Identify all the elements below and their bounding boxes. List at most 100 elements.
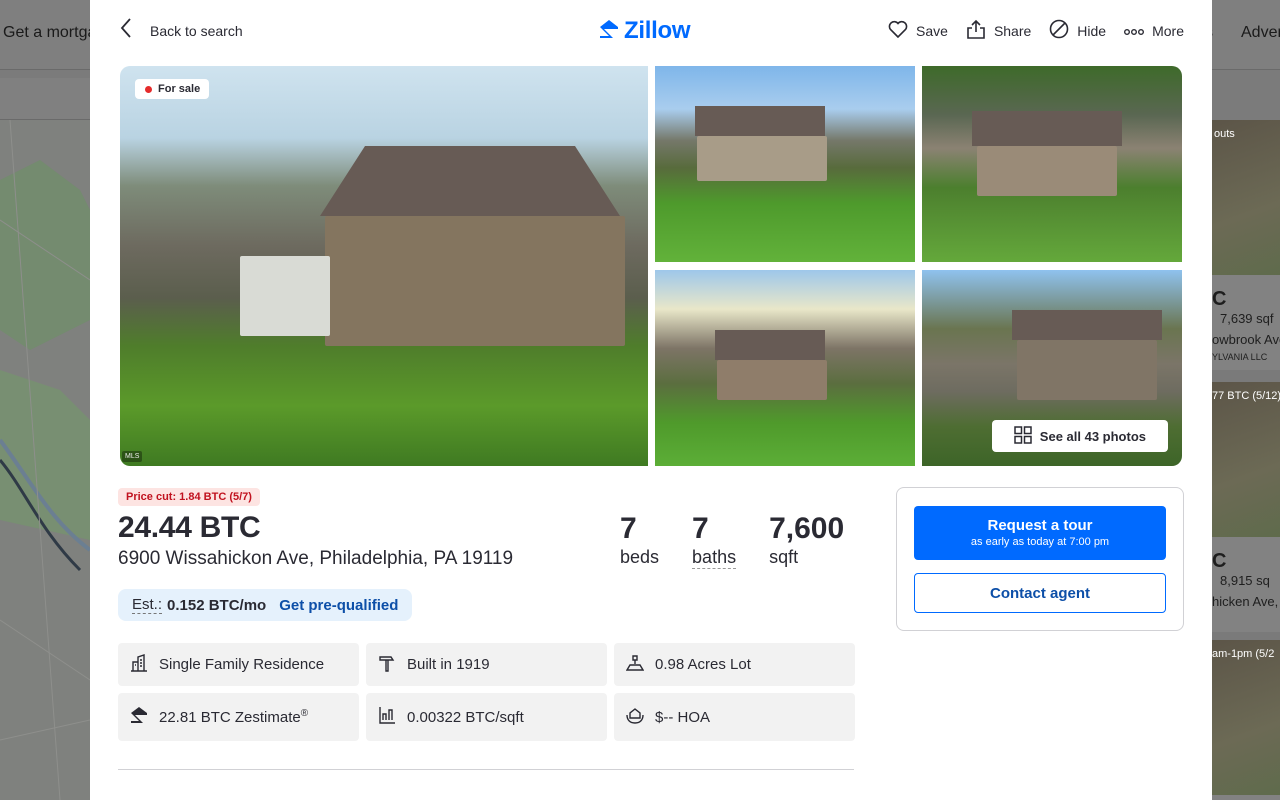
save-button[interactable]: Save: [888, 20, 948, 41]
sqft-label: sqft: [769, 547, 799, 567]
house-facade-shape: [717, 360, 827, 400]
more-label: More: [1152, 22, 1184, 39]
request-tour-button[interactable]: Request a tour as early as today at 7:00…: [914, 506, 1166, 560]
background-card-tag: 77 BTC (5/12): [1212, 390, 1280, 402]
gallery-photo[interactable]: [655, 270, 915, 466]
hide-button[interactable]: Hide: [1049, 19, 1106, 42]
beds-value: 7: [620, 512, 637, 545]
listing-actions: Save Share Hide More: [888, 19, 1184, 42]
hide-label: Hide: [1077, 22, 1107, 39]
see-all-photos-button[interactable]: See all 43 photos: [991, 420, 1168, 452]
for-sale-badge: For sale: [135, 79, 210, 99]
building-icon: [130, 653, 148, 676]
fact-year-built: Built in 1919: [366, 643, 607, 686]
heart-icon: [888, 20, 908, 41]
request-tour-label: Request a tour: [987, 517, 1093, 534]
sqft-value: 7,600: [769, 512, 845, 545]
background-card-broker: YLVANIA LLC: [1212, 352, 1268, 362]
house-roof-shape: [320, 146, 620, 216]
share-icon: [966, 19, 986, 42]
background-card: outs C 7,639 sqf owbrook Ave YLVANIA LLC: [1212, 120, 1280, 370]
house-facade-shape: [977, 146, 1117, 196]
more-icon: [1124, 23, 1145, 39]
background-card-photo: [1212, 382, 1280, 537]
registered-mark: ®: [300, 708, 309, 719]
background-card-detail: 7,639 sqf: [1220, 311, 1274, 326]
background-card-address: owbrook Ave: [1212, 332, 1280, 347]
get-pre-qualified-link[interactable]: Get pre-qualified: [279, 597, 398, 614]
fact-year-built-text: Built in 1919: [407, 656, 490, 673]
background-card-photo: [1212, 640, 1280, 795]
home-details-modal: Back to search Zillow Save Share Hide Mo…: [90, 0, 1212, 800]
background-card-tag: outs: [1214, 128, 1235, 140]
mls-watermark: MLS: [122, 451, 143, 462]
baths-label: baths: [692, 547, 737, 569]
baths-value: 7: [692, 512, 709, 545]
for-sale-label: For sale: [158, 83, 201, 95]
house-roof-shape: [972, 111, 1122, 146]
background-card-tag: am-1pm (5/2: [1212, 648, 1275, 660]
hammer-icon: [378, 654, 396, 676]
zillow-house-icon: [598, 18, 620, 45]
zillow-wordmark: Zillow: [624, 17, 691, 44]
price-cut-badge: Price cut: 1.84 BTC (5/7): [118, 488, 260, 506]
more-button[interactable]: More: [1124, 23, 1184, 39]
gallery-photo[interactable]: See all 43 photos: [922, 270, 1182, 466]
background-card-price: C: [1212, 288, 1227, 310]
request-tour-sublabel: as early as today at 7:00 pm: [970, 536, 1110, 548]
fact-hoa-text: $-- HOA: [655, 708, 711, 726]
hoa-icon: [626, 706, 644, 728]
price-per-sqft-icon: [378, 706, 396, 728]
save-label: Save: [916, 22, 948, 39]
grid-icon: [1014, 425, 1032, 447]
listing-stats: 7 beds 7 baths 7,600 sqft: [620, 512, 844, 569]
zestimate-value: 22.81 BTC Zestimate: [159, 709, 301, 726]
status-dot-icon: [145, 85, 152, 93]
share-label: Share: [993, 22, 1032, 39]
listing-address: 6900 Wissahickon Ave, Philadelphia, PA 1…: [118, 548, 514, 569]
background-card-address: hicken Ave,: [1212, 594, 1279, 609]
house-facade-shape: [1017, 340, 1157, 400]
fact-price-per-sqft-text: 0.00322 BTC/sqft: [407, 708, 524, 726]
baths-stat[interactable]: 7 baths: [692, 512, 737, 569]
house-roof-shape: [1012, 310, 1162, 340]
back-to-search-label: Back to search: [150, 22, 243, 39]
fact-zestimate-text: 22.81 BTC Zestimate®: [159, 708, 308, 726]
fact-lot-size-text: 0.98 Acres Lot: [655, 656, 751, 673]
gallery-photo[interactable]: [655, 66, 915, 262]
hide-icon: [1049, 19, 1069, 42]
listing-price: 24.44 BTC: [118, 511, 261, 544]
house-wing-shape: [240, 256, 330, 336]
main-photo[interactable]: For sale MLS: [120, 66, 648, 466]
estimated-payment-value: 0.152 BTC/mo: [167, 596, 267, 614]
background-card-photo: [1212, 120, 1280, 275]
fact-lot-size: 0.98 Acres Lot: [614, 643, 855, 686]
section-divider: [118, 769, 854, 770]
zestimate-icon: [130, 706, 148, 728]
background-nav-mortgage: Get a mortga: [3, 24, 97, 41]
lot-icon: [625, 654, 645, 676]
fact-zestimate[interactable]: 22.81 BTC Zestimate®: [118, 693, 359, 741]
gallery-photo[interactable]: [922, 66, 1182, 262]
photo-gallery: For sale MLS See all 43 photos: [120, 66, 1182, 466]
beds-label: beds: [620, 547, 660, 567]
fact-home-type-text: Single Family Residence: [159, 656, 325, 673]
map-graphic: [0, 120, 90, 800]
share-button[interactable]: Share: [966, 19, 1031, 42]
background-filter-bar: [0, 78, 90, 120]
zillow-logo[interactable]: Zillow: [598, 17, 691, 45]
house-facade-shape: [697, 136, 827, 181]
estimated-payment-label[interactable]: Est.:: [132, 596, 163, 614]
background-card-price: C: [1212, 550, 1227, 572]
sqft-stat: 7,600 sqft: [769, 512, 844, 569]
background-map: [0, 120, 90, 800]
fact-price-per-sqft: 0.00322 BTC/sqft: [366, 693, 607, 741]
chevron-left-icon: [120, 18, 132, 43]
fact-home-type: Single Family Residence: [118, 643, 359, 686]
back-to-search-button[interactable]: Back to search: [120, 18, 243, 43]
contact-agent-button[interactable]: Contact agent: [914, 573, 1166, 613]
background-card-detail: 8,915 sq: [1220, 573, 1270, 588]
modal-topbar: Back to search Zillow Save Share Hide Mo…: [90, 0, 1212, 60]
house-roof-shape: [715, 330, 825, 360]
background-listing-cards: outs C 7,639 sqf owbrook Ave YLVANIA LLC…: [1212, 120, 1280, 800]
